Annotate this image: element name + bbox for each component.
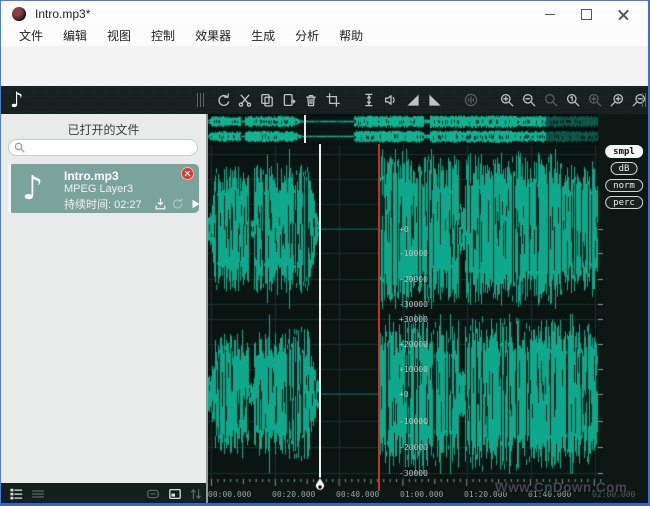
- fade-in-button[interactable]: [405, 92, 421, 108]
- menu-item-3[interactable]: 控制: [141, 27, 185, 46]
- trim-button[interactable]: [325, 92, 341, 108]
- compact-view-button[interactable]: [31, 487, 45, 501]
- toolbar-grip-right[interactable]: [642, 93, 650, 107]
- watermark: Www.CnDown.Com: [495, 480, 627, 495]
- close-icon: [618, 9, 629, 20]
- axis-label-ch1-1: -10000: [399, 249, 428, 258]
- file-reload-button[interactable]: [171, 197, 184, 210]
- search-icon: [14, 142, 25, 153]
- gain-button[interactable]: [383, 92, 399, 108]
- edit-toolbar: ♪: [1, 86, 648, 114]
- menu-item-5[interactable]: 生成: [241, 27, 285, 46]
- list-view-button[interactable]: [9, 487, 23, 501]
- ruler-label-0: 00:00.000: [208, 490, 251, 499]
- cut-button[interactable]: [237, 92, 253, 108]
- maximize-button[interactable]: [568, 1, 605, 27]
- axis-label-ch1-3: -30000: [399, 300, 428, 309]
- paste-button[interactable]: [281, 92, 297, 108]
- normalize-button[interactable]: [463, 92, 479, 108]
- fit-view-button[interactable]: [146, 487, 160, 501]
- axis-label-ch2-6: -30000: [399, 469, 428, 478]
- copy-button[interactable]: [259, 92, 275, 108]
- file-item[interactable]: ♪ Intro.mp3 MPEG Layer3 持续时间: 02:27: [8, 164, 199, 213]
- axis-label-ch1-2: -20000: [399, 275, 428, 284]
- maximize-icon: [581, 9, 592, 20]
- menu-item-2[interactable]: 视图: [97, 27, 141, 46]
- file-note-icon: ♪: [22, 166, 43, 210]
- files-panel-title: 已打开的文件: [1, 114, 206, 138]
- file-close-button[interactable]: [181, 167, 194, 180]
- axis-label-ch2-2: +10000: [399, 365, 428, 374]
- toolbar-grip[interactable]: [197, 93, 205, 107]
- window-title: Intro.mp3*: [35, 7, 90, 21]
- files-panel-footer: [1, 483, 206, 504]
- waveform-area: +0 -10000 -20000 -30000 +30000 +20000 +10000 +0…: [208, 114, 650, 504]
- zoom-normal-button[interactable]: [565, 92, 581, 108]
- playback-cursor[interactable]: [378, 144, 380, 491]
- axis-label-ch2-0: +30000: [399, 315, 428, 324]
- file-play-button[interactable]: [189, 197, 202, 210]
- menu-item-1[interactable]: 编辑: [53, 27, 97, 46]
- ruler-label-3: 01:00.000: [400, 490, 443, 499]
- scale-button-dB[interactable]: dB: [611, 162, 638, 175]
- card-view-button[interactable]: [168, 487, 182, 501]
- cursor-pin-handle[interactable]: [314, 477, 326, 494]
- zoom-out-button[interactable]: [521, 92, 537, 108]
- fade-out-button[interactable]: [427, 92, 443, 108]
- menu-item-0[interactable]: 文件: [9, 27, 53, 46]
- axis-label-ch2-3: +0: [399, 390, 409, 399]
- title-bar: Intro.mp3*: [1, 1, 648, 27]
- scale-button-norm[interactable]: norm: [605, 179, 643, 192]
- amplitude-button[interactable]: [361, 92, 377, 108]
- zoom-all-button[interactable]: [587, 92, 603, 108]
- app-icon: [12, 7, 26, 21]
- scale-button-perc[interactable]: perc: [605, 196, 643, 209]
- sort-button[interactable]: [189, 487, 203, 501]
- file-format: MPEG Layer3: [64, 183, 133, 195]
- undo-button[interactable]: [215, 92, 231, 108]
- file-save-button[interactable]: [154, 197, 167, 210]
- waveform-canvas[interactable]: [208, 114, 650, 504]
- scale-button-smpl[interactable]: smpl: [605, 145, 643, 158]
- axis-label-ch2-4: -10000: [399, 417, 428, 426]
- app-window: Intro.mp3* 文件编辑视图控制效果器生成分析帮助 i 44.1 kHz …: [0, 0, 650, 506]
- menu-item-4[interactable]: 效果器: [185, 27, 241, 46]
- file-duration: 持续时间: 02:27: [64, 196, 142, 212]
- audio-note-icon: ♪: [10, 87, 23, 113]
- minimize-button[interactable]: [531, 1, 568, 27]
- axis-label-ch2-1: +20000: [399, 340, 428, 349]
- close-button[interactable]: [605, 1, 642, 27]
- file-search[interactable]: [8, 139, 198, 156]
- ruler-label-2: 00:40.000: [336, 490, 379, 499]
- zoom-in-button[interactable]: [499, 92, 515, 108]
- delete-button[interactable]: [303, 92, 319, 108]
- menu-item-7[interactable]: 帮助: [329, 27, 373, 46]
- axis-label-ch2-5: -20000: [399, 443, 428, 452]
- file-name: Intro.mp3: [64, 169, 119, 183]
- axis-label-ch1-0: +0: [399, 225, 409, 234]
- menu-bar: 文件编辑视图控制效果器生成分析帮助: [1, 27, 648, 46]
- files-panel: 已打开的文件 ♪ Intro.mp3 MPEG Layer3 持续时间: 02:…: [1, 114, 206, 483]
- menu-item-6[interactable]: 分析: [285, 27, 329, 46]
- zoom-selection-button[interactable]: [543, 92, 559, 108]
- search-input[interactable]: [25, 141, 197, 154]
- vertical-zoom-in-button[interactable]: [609, 92, 625, 108]
- edit-cursor[interactable]: [319, 144, 321, 479]
- minimize-icon: [545, 14, 555, 15]
- transport-toolbar: i 44.1 kHz stereo -0000:00:54.460: [1, 46, 648, 86]
- minimap-cursor[interactable]: [304, 115, 306, 143]
- ruler-label-1: 00:20.000: [272, 490, 315, 499]
